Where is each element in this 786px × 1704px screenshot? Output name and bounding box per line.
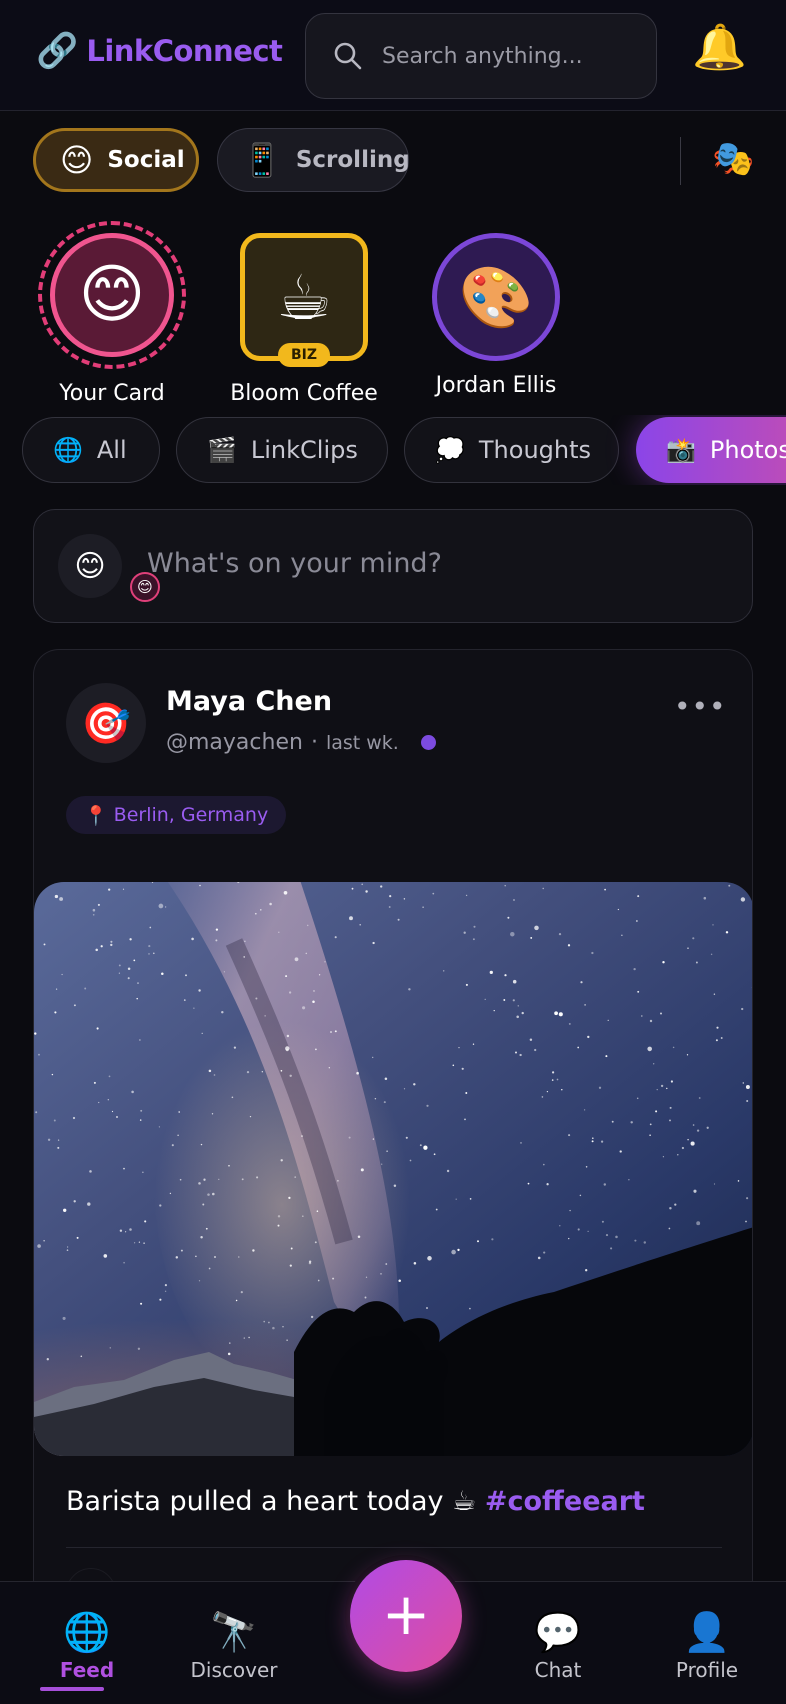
feed-post: 🎯 Maya Chen @mayachen · last wk. ••• 📍 B… [33,649,753,1704]
stories-row: 😊 Your Card ☕ BIZ Bloom Coffee 🎨 Jordan … [0,211,786,415]
meta-separator: · [310,730,318,755]
globe-icon: 🌐 [53,436,83,464]
mode-scrolling-label: Scrolling [295,147,410,173]
filter-photos[interactable]: 📸 Photos [636,417,786,483]
pin-icon: 📍 [84,804,108,827]
story-label: Jordan Ellis [435,373,557,398]
avatar[interactable]: 🎯 [66,683,146,763]
app-header: 🔗 LinkConnect Search anything... 🔔 [0,0,786,111]
filter-label: LinkClips [250,436,358,464]
filter-linkclips[interactable]: 🎬 LinkClips [176,417,388,483]
coffee-icon: ☕ [276,260,332,334]
hashtag-link[interactable]: #coffeeart [485,1486,645,1517]
nav-label: Feed [59,1658,115,1682]
active-tab-indicator [40,1687,104,1691]
theater-masks-icon[interactable]: 🎭 [712,139,754,179]
post-time: last wk. [325,731,399,754]
filter-label: Thoughts [478,436,592,464]
phone-icon: 📱 [242,141,282,179]
smile-icon: 😊 [74,548,106,584]
nav-label: Chat [534,1658,582,1682]
post-author[interactable]: Maya Chen [166,686,332,717]
post-handle[interactable]: @mayachen [166,730,303,755]
post-meta: @mayachen · last wk. [166,730,436,755]
search-placeholder: Search anything... [382,43,583,69]
smile-icon: 😊 [137,578,153,596]
divider [66,1547,722,1548]
app-title: LinkConnect [86,34,283,68]
link-icon: 🔗 [36,31,79,71]
search-input[interactable]: Search anything... [305,13,657,99]
post-caption: Barista pulled a heart today ☕ #coffeear… [66,1486,645,1517]
globe-icon: 🌐 [63,1610,111,1654]
mode-scrolling-button[interactable]: 📱 Scrolling [217,128,410,192]
feed-filter-chips: 🌐 All 🎬 LinkClips 💭 Thoughts 📸 Photos [0,415,786,485]
plus-icon: + [381,1580,431,1648]
biz-badge: BIZ [278,343,330,367]
filter-label: All [96,436,127,464]
location-tag[interactable]: 📍 Berlin, Germany [66,796,287,834]
story-avatar: ☕ [240,233,368,361]
location-label: Berlin, Germany [113,804,269,826]
smile-icon: 😊 [60,141,94,179]
status-dot [420,735,436,750]
story-avatar: 🎨 [432,233,560,361]
post-composer[interactable]: 😊 😊 What's on your mind? [33,509,753,623]
nav-feed[interactable]: 🌐 Feed [27,1610,147,1682]
telescope-icon: 🔭 [210,1610,258,1654]
mode-social-button[interactable]: 😊 Social [33,128,199,192]
mode-switcher: 😊 Social 📱 Scrolling 🎭 [0,111,786,211]
more-options-button[interactable]: ••• [674,690,727,723]
nav-label: Discover [190,1658,278,1682]
clapper-icon: 🎬 [207,436,237,464]
nav-profile[interactable]: 👤 Profile [647,1610,767,1682]
palette-icon: 🎨 [458,262,534,333]
filter-all[interactable]: 🌐 All [22,417,160,483]
post-photo[interactable] [34,882,753,1456]
app-logo[interactable]: 🔗 LinkConnect [36,31,283,71]
target-icon: 🎯 [81,700,131,747]
filter-thoughts[interactable]: 💭 Thoughts [404,417,619,483]
mode-social-label: Social [107,147,185,173]
camera-icon: 📸 [666,436,696,464]
smile-icon: 😊 [78,258,146,332]
chat-bubble-icon: 💬 [534,1610,582,1654]
thought-bubble-icon: 💭 [435,436,465,464]
story-avatar: 😊 [50,233,174,357]
divider [680,137,681,185]
nav-discover[interactable]: 🔭 Discover [174,1610,294,1682]
caption-text: Barista pulled a heart today ☕ [66,1486,485,1517]
composer-placeholder: What's on your mind? [147,548,442,579]
filter-label: Photos [709,436,786,464]
story-your-card[interactable]: 😊 Your Card [38,221,186,406]
nav-chat[interactable]: 💬 Chat [498,1610,618,1682]
user-icon: 👤 [683,1610,731,1654]
story-bloom-coffee[interactable]: ☕ BIZ Bloom Coffee [230,233,378,406]
create-post-button[interactable]: + [350,1560,462,1672]
story-jordan-ellis[interactable]: 🎨 Jordan Ellis [432,233,560,398]
search-icon [334,42,362,70]
nav-label: Profile [675,1658,739,1682]
avatar: 😊 [58,534,122,598]
notifications-bell-icon[interactable]: 🔔 [692,26,747,70]
story-label: Bloom Coffee [230,381,378,406]
story-label: Your Card [59,381,165,406]
